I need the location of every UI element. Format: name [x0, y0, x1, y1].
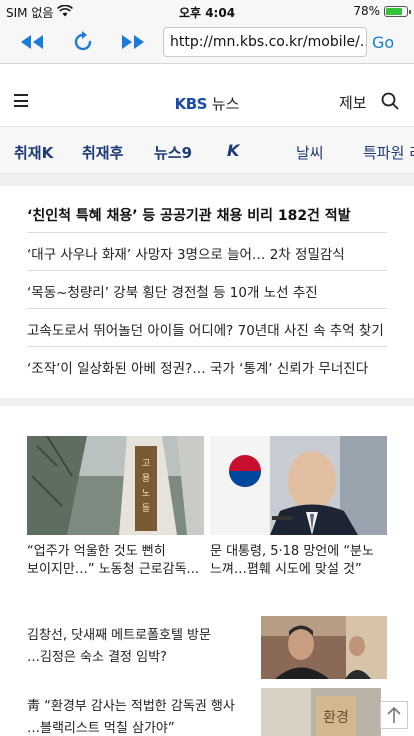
scroll-to-top-icon[interactable]	[380, 701, 408, 729]
photo-labor-office-building[interactable]: 고 용 노 동	[27, 436, 204, 535]
headline-item[interactable]: ‘조작’이 일상화된 아베 정권?… 국가 ‘통계’ 신뢰가 무너진다	[27, 357, 387, 377]
headline-top[interactable]: ‘친인척 특혜 채용’ 등 공공기관 채용 비리 182건 적발	[27, 205, 387, 225]
photo-president-moon[interactable]	[210, 436, 387, 535]
tab-news9[interactable]: 뉴스9	[154, 142, 192, 163]
svg-text:고: 고	[142, 459, 150, 469]
photo-caption[interactable]: “업주가 억울한 것도 뻔히 보이지만…” 노동청 근로감독...	[27, 543, 204, 579]
svg-text:동: 동	[142, 503, 150, 514]
clock: 오후 4:04	[178, 6, 236, 20]
tab-chwijae-hu[interactable]: 취재후	[82, 142, 123, 163]
address-bar[interactable]: http://mn.kbs.co.kr/mobile/...	[163, 27, 367, 57]
tab-kf-logo[interactable]: K	[227, 141, 239, 160]
double-right-arrow-icon[interactable]	[119, 30, 147, 54]
double-left-arrow-icon[interactable]	[18, 30, 46, 54]
news-item[interactable]: 靑 “환경부 감사는 적법한 감독권 행사 …블랙리스트 먹칠 삼가야”	[27, 696, 257, 736]
report-button[interactable]: 제보	[339, 92, 367, 113]
browser-toolbar: http://mn.kbs.co.kr/mobile/... Go	[0, 22, 414, 64]
site-header: KBS 뉴스 제보	[0, 64, 414, 126]
logo-news: 뉴스	[211, 95, 240, 113]
headline-item[interactable]: ‘대구 사우나 화재’ 사망자 3명으로 늘어… 2차 정밀감식	[27, 243, 387, 263]
tab-weather[interactable]: 날씨	[296, 142, 324, 163]
svg-text:용: 용	[142, 473, 150, 484]
battery-percent: 78%	[353, 4, 380, 18]
thumbnail-ministry-sign[interactable]: 환경	[261, 688, 381, 736]
tab-correspondent[interactable]: 특파원 리	[363, 142, 414, 163]
go-button[interactable]: Go	[372, 33, 394, 52]
logo-kbs: KBS	[174, 95, 208, 113]
status-bar: SIM 없음 오후 4:04 78%	[0, 0, 414, 22]
news-item[interactable]: 김창선, 닷새째 메트로폴호텔 방문 …김정은 숙소 결정 임박?	[27, 625, 252, 669]
headline-item[interactable]: ‘목동~청량리’ 강북 횡단 경전철 등 10개 노선 추진	[27, 281, 387, 301]
tab-chwijae-k[interactable]: 취재K	[14, 142, 53, 163]
thumbnail-hotel-visit[interactable]	[261, 616, 387, 679]
svg-text:환경: 환경	[323, 710, 349, 726]
photo-caption[interactable]: 문 대통령, 5·18 망언에 “분노 느껴…폄훼 시도에 맞설 것”	[210, 543, 387, 579]
category-tabs: 취재K 취재후 뉴스9 K 날씨 특파원 리	[0, 126, 414, 174]
search-icon[interactable]	[381, 92, 399, 110]
battery-icon	[384, 5, 411, 17]
section-divider	[0, 174, 414, 186]
headline-item[interactable]: 고속도로서 뛰어놀던 아이들 어디에? 70년대 사진 속 추억 찾기	[27, 319, 387, 339]
svg-text:노: 노	[142, 488, 150, 499]
section-divider	[0, 398, 414, 406]
reload-icon[interactable]	[69, 30, 97, 54]
